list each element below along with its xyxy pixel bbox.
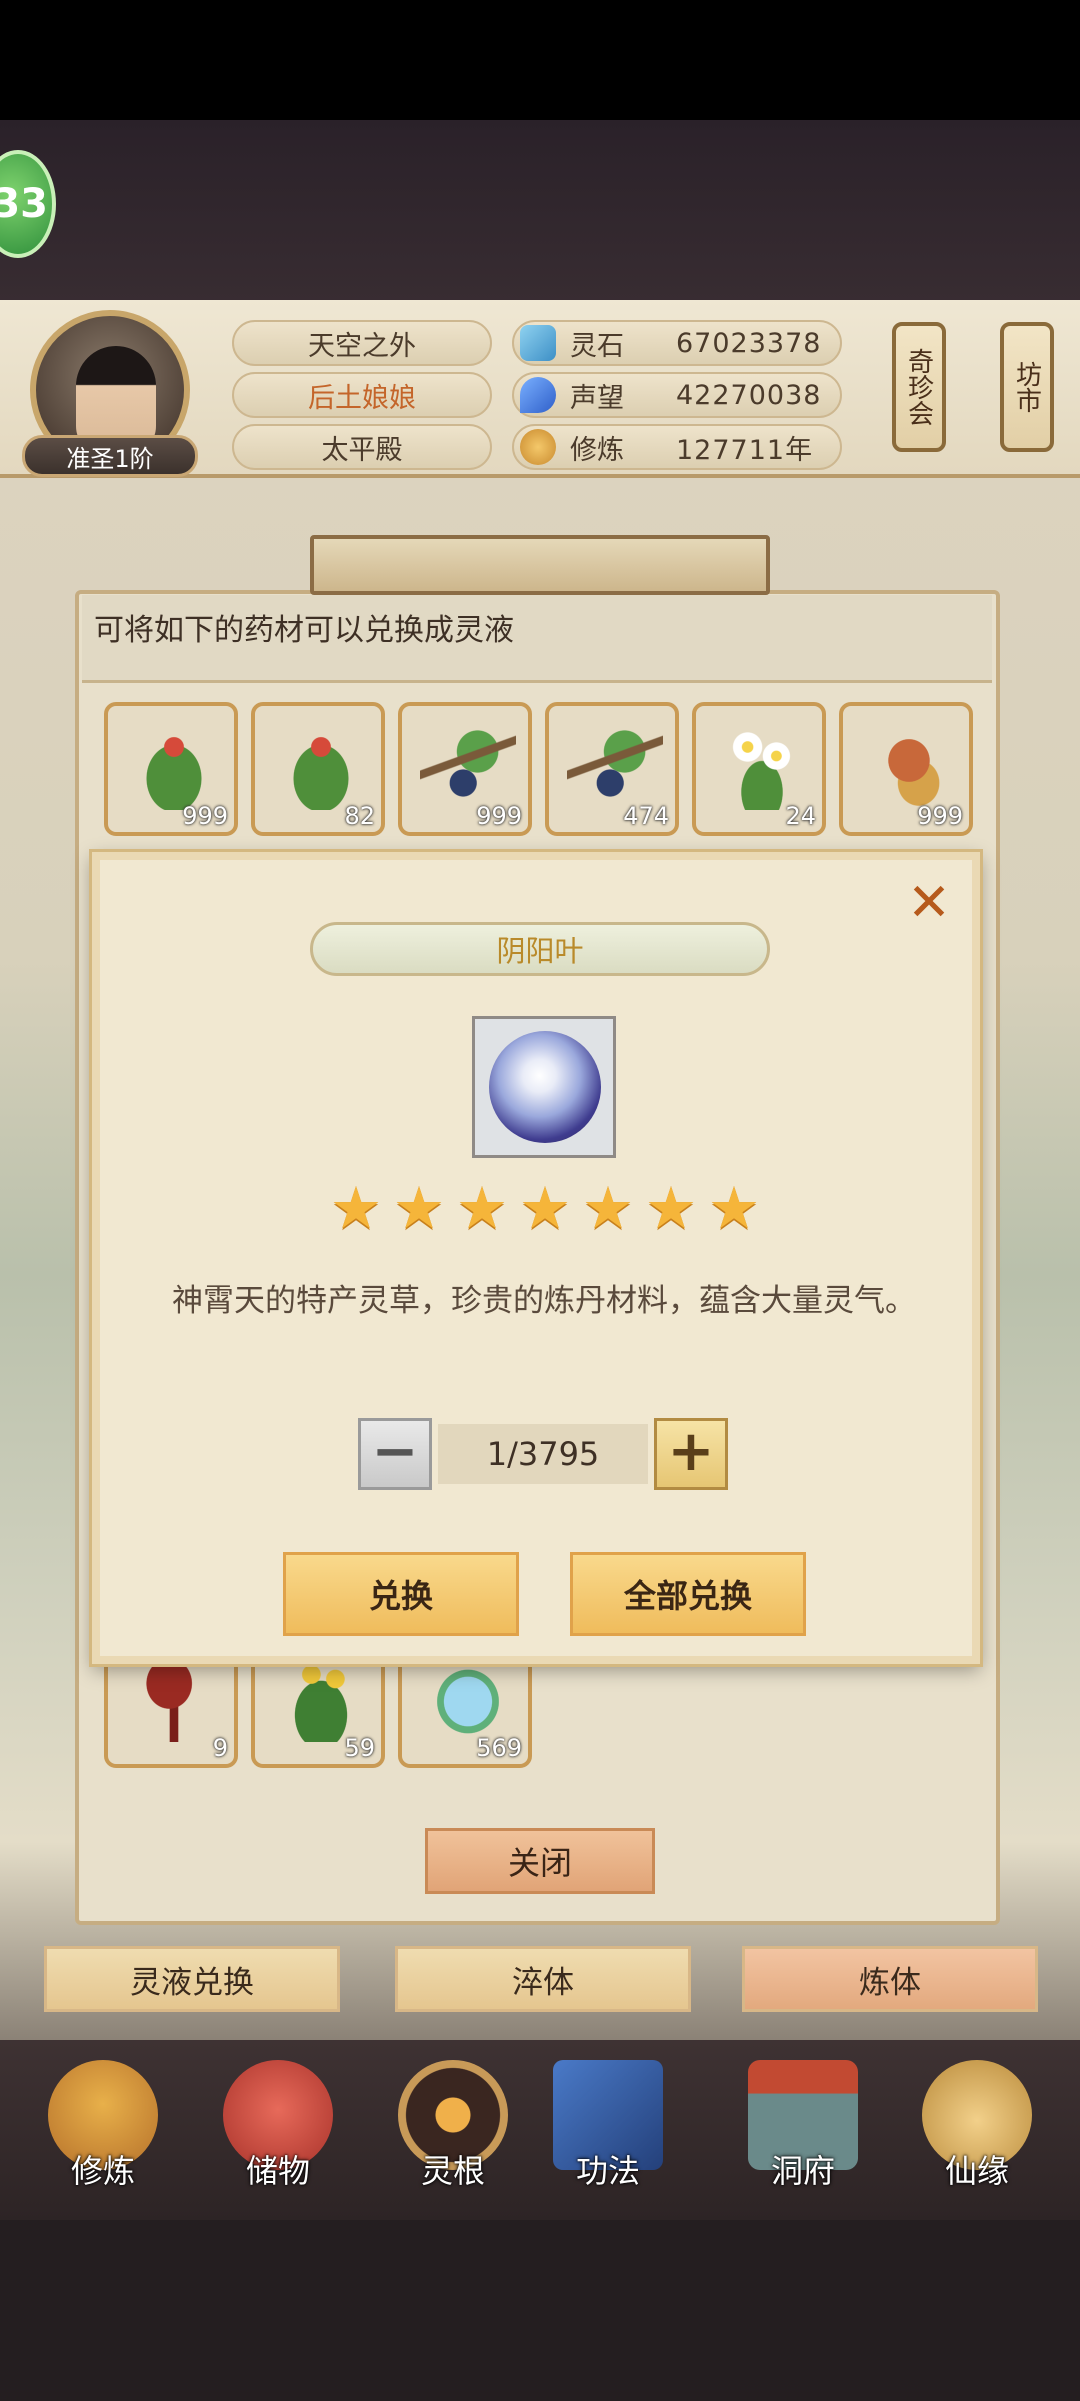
star-icon: ★ bbox=[519, 1174, 571, 1242]
star-rating: ★ ★ ★ ★ ★ ★ ★ bbox=[330, 1178, 760, 1238]
exchange-all-button[interactable]: 全部兑换 bbox=[570, 1552, 806, 1636]
star-icon: ★ bbox=[645, 1174, 697, 1242]
item-detail-modal: 阴阳叶 ✕ ★ ★ ★ ★ ★ ★ ★ 神霄天的特产灵草，珍贵的炼丹材料，蕴含大… bbox=[92, 852, 980, 1664]
item-description: 神霄天的特产灵草，珍贵的炼丹材料，蕴含大量灵气。 bbox=[172, 1283, 916, 1319]
close-icon[interactable]: ✕ bbox=[906, 877, 952, 929]
yin-yang-leaf-icon bbox=[489, 1031, 601, 1143]
star-icon: ★ bbox=[456, 1174, 508, 1242]
star-icon: ★ bbox=[393, 1174, 445, 1242]
decrease-button[interactable]: − bbox=[358, 1418, 432, 1490]
increase-button[interactable]: + bbox=[654, 1418, 728, 1490]
star-icon: ★ bbox=[582, 1174, 634, 1242]
star-icon: ★ bbox=[330, 1174, 382, 1242]
quantity-value[interactable]: 1/3795 bbox=[438, 1424, 648, 1484]
exchange-button[interactable]: 兑换 bbox=[283, 1552, 519, 1636]
item-icon-frame bbox=[472, 1016, 616, 1158]
modal-title: 阴阳叶 bbox=[310, 922, 770, 976]
quantity-stepper: − 1/3795 + bbox=[358, 1418, 734, 1490]
star-icon: ★ bbox=[708, 1174, 760, 1242]
